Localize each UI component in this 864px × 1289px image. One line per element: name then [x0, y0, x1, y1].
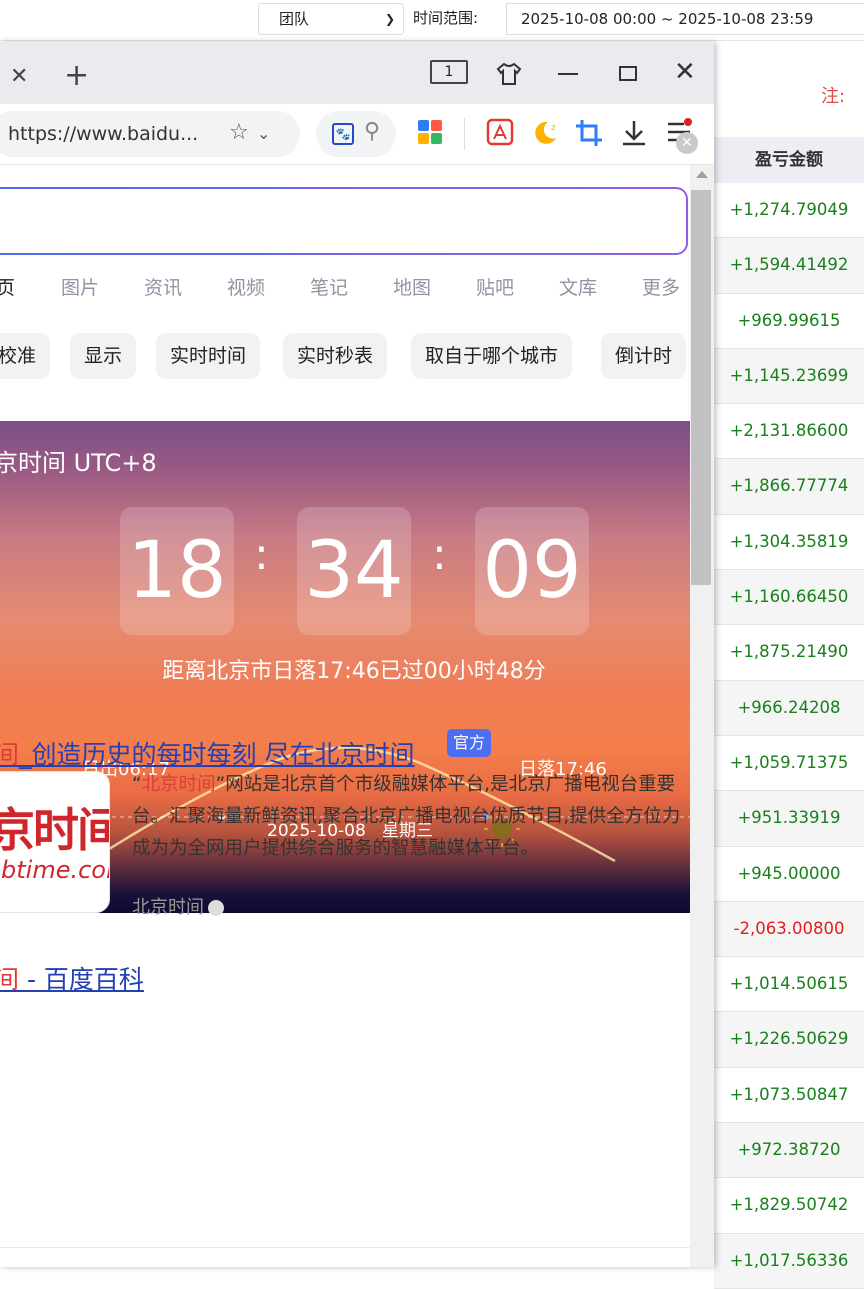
pl-cell: -2,063.00800: [714, 901, 864, 958]
pl-cell: +1,073.50847: [714, 1068, 864, 1124]
pl-cell: +1,304.35819: [714, 515, 864, 571]
result-title-text: - 百度百科: [19, 965, 144, 994]
quick-chip[interactable]: 倒计时: [601, 333, 687, 379]
nav-tab[interactable]: 笔记: [310, 273, 348, 300]
night-mode-icon[interactable]: z: [530, 118, 560, 148]
result-title-prefix: 间: [0, 740, 20, 769]
pdf-icon[interactable]: [486, 118, 514, 146]
pl-cell: +1,160.66450: [714, 570, 864, 626]
pl-cell: +2,131.86600: [714, 404, 864, 460]
browser-toolbar: https://www.baidu... ☆ ⌄ 🐾 ⚲ z: [0, 104, 714, 165]
clear-search-icon[interactable]: ✕: [676, 132, 698, 154]
minutes-digit: 34: [297, 507, 411, 635]
crop-screenshot-icon[interactable]: [574, 118, 604, 148]
since-sunset-text: 距离北京市日落17:46已过00小时48分: [162, 659, 546, 684]
pl-cell: +1,866.77774: [714, 459, 864, 515]
svg-text:z: z: [551, 123, 556, 133]
browser-window: ✕ + 1 ✕ https://www.baidu... ☆ ⌄ 🐾 ⚲ z 页…: [0, 42, 714, 1267]
page-scrollbar[interactable]: [690, 165, 714, 1267]
tab-close-icon[interactable]: ✕: [10, 64, 28, 89]
source-text: 北京时间: [132, 897, 204, 918]
chevron-down-icon: ❯: [384, 12, 395, 26]
pl-cell: +966.24208: [714, 680, 864, 736]
result-title-text: _创造历史的每时每刻 尽在北京时间: [19, 740, 415, 769]
pl-cell: +1,014.50615: [714, 957, 864, 1013]
note-label: 注:: [821, 86, 846, 107]
time-range-label: 时间范围:: [413, 9, 479, 27]
official-badge: 官方: [447, 729, 492, 757]
apps-icon[interactable]: [416, 118, 444, 146]
nav-tab[interactable]: 更多: [642, 273, 680, 300]
result-title-link[interactable]: 间_创造历史的每时每刻 尽在北京时间: [0, 735, 414, 771]
team-select-value: 团队: [279, 10, 310, 28]
result-divider: [0, 1247, 690, 1248]
filter-bar: 团队 ❯ 时间范围: 2025-10-08 00:00 ~ 2025-10-08…: [0, 0, 864, 41]
quick-chip[interactable]: 实时时间: [156, 333, 261, 379]
download-icon[interactable]: [620, 118, 648, 148]
source-dropdown-icon[interactable]: [208, 900, 224, 916]
pl-table: 盈亏金额 +1,274.79049 +1,594.41492 +969.99615 +…: [714, 137, 864, 1289]
pl-cell: +1,274.79049: [714, 183, 864, 239]
scroll-up-arrow[interactable]: [696, 171, 708, 178]
pl-cell: +969.99615: [714, 294, 864, 349]
new-tab-button[interactable]: +: [64, 58, 89, 93]
maximize-button[interactable]: [619, 66, 637, 81]
nav-tab[interactable]: 文库: [559, 273, 597, 300]
pl-cell: +1,145.23699: [714, 348, 864, 405]
pl-cell: +1,875.21490: [714, 625, 864, 681]
baidu-paw-icon: 🐾: [332, 123, 354, 145]
pl-rows: +1,274.79049 +1,594.41492 +969.99615 +1,145…: [714, 183, 864, 1289]
close-window-button[interactable]: ✕: [674, 57, 696, 87]
card-title: 京时间 UTC+8: [0, 449, 157, 477]
pl-cell: +1,059.71375: [714, 736, 864, 792]
pl-cell: +945.00000: [714, 847, 864, 902]
desc-highlight: 北京时间: [141, 774, 216, 795]
logo-cn-text: 京时间: [0, 803, 109, 857]
tab-count-button[interactable]: 1: [430, 60, 468, 84]
search-input[interactable]: [0, 187, 688, 255]
nav-tab[interactable]: 图片: [61, 273, 99, 300]
tab-bar: ✕ + 1 ✕: [0, 42, 714, 104]
minimize-button[interactable]: [558, 73, 578, 75]
pl-cell: +1,226.50629: [714, 1012, 864, 1068]
pl-column-header: 盈亏金额: [714, 137, 864, 183]
nav-tab[interactable]: 贴吧: [476, 273, 514, 300]
logo-en-text: btime.com: [1, 856, 109, 884]
pl-cell: +1,594.41492: [714, 238, 864, 294]
search-icon: ⚲: [364, 119, 381, 144]
search-engine-box[interactable]: 🐾 ⚲: [316, 111, 396, 157]
url-text: https://www.baidu...: [8, 123, 199, 145]
skin-shirt-icon[interactable]: [496, 62, 522, 86]
scroll-thumb[interactable]: [691, 190, 711, 585]
result-title-prefix: 间: [0, 965, 20, 994]
time-range-input[interactable]: 2025-10-08 00:00 ~ 2025-10-08 23:59: [506, 3, 864, 35]
chevron-down-icon[interactable]: ⌄: [257, 124, 270, 143]
nav-tab[interactable]: 地图: [393, 273, 431, 300]
pl-cell: +972.38720: [714, 1123, 864, 1179]
team-select[interactable]: 团队 ❯: [258, 3, 404, 35]
colon: :: [432, 529, 447, 580]
nav-tab[interactable]: 资讯: [144, 273, 182, 300]
star-icon[interactable]: ☆: [229, 120, 249, 145]
pl-cell: +1,017.56336: [714, 1233, 864, 1289]
pl-cell: +1,829.50742: [714, 1178, 864, 1234]
pl-cell: +951.33919: [714, 791, 864, 847]
quick-chip[interactable]: 校准: [0, 333, 51, 379]
toolbar-divider: [464, 118, 465, 150]
quick-chip[interactable]: 实时秒表: [283, 333, 388, 379]
hours-digit: 18: [120, 507, 234, 635]
btime-logo[interactable]: 京时间 btime.com: [0, 771, 110, 913]
result-description: “北京时间”网站是北京首个市级融媒体平台,是北京广播电视台重要台。汇聚海量新鲜资…: [132, 769, 690, 865]
quote-open: “: [132, 774, 142, 795]
nav-tab[interactable]: 视频: [227, 273, 265, 300]
colon: :: [254, 529, 269, 580]
result-title-link-2[interactable]: 间 - 百度百科: [0, 960, 144, 996]
baidu-results-page: 页 图片 资讯 视频 笔记 地图 贴吧 文库 更多 校准 显示 实时时间 实时秒表 取自于哪个城市 倒计时…: [0, 165, 690, 1267]
nav-tab[interactable]: 页: [0, 273, 15, 300]
result-source[interactable]: 北京时间: [132, 893, 224, 919]
quick-chip[interactable]: 显示: [70, 333, 137, 379]
seconds-digit: 09: [475, 507, 589, 635]
address-bar[interactable]: https://www.baidu... ☆ ⌄: [0, 111, 300, 157]
quick-chip[interactable]: 取自于哪个城市: [411, 333, 573, 379]
